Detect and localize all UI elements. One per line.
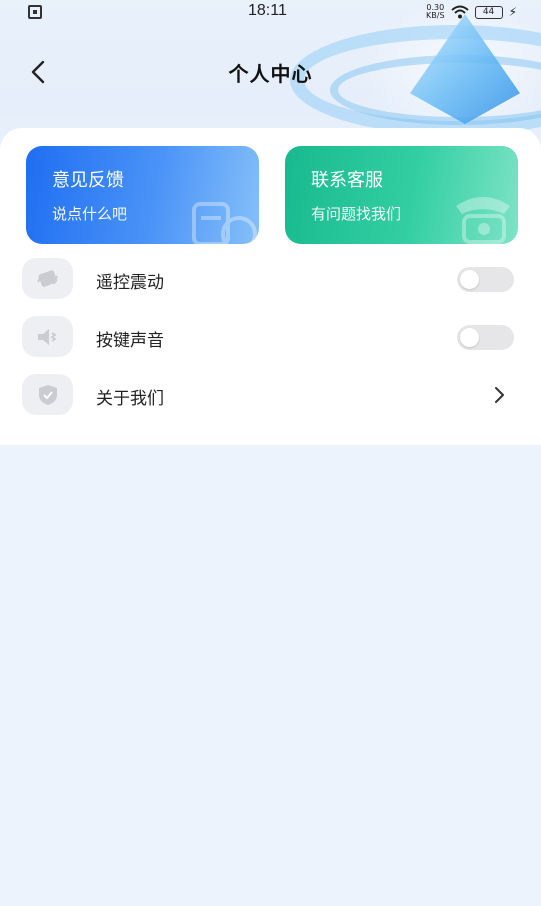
battery-level: 44 [482,7,495,17]
chevron-right-icon [495,387,504,403]
status-time: 18:11 [248,2,287,19]
settings-panel: 意见反馈 说点什么吧 联系客服 有问题找我们 遥控震动 按键声音 关于我们 [0,128,541,445]
status-bar: 18:11 0.30 KB/S 44 ⚡ [0,0,541,24]
toggle-knob [460,270,479,289]
toggle-knob [460,328,479,347]
speaker-icon [22,316,73,357]
service-card-subtitle: 有问题找我们 [311,205,402,223]
title-bar: 个人中心 [0,48,541,96]
feedback-decor-icon [192,202,257,244]
setting-row-vibration: 遥控震动 [22,258,518,302]
status-right: 0.30 KB/S 44 ⚡ [426,4,517,20]
feedback-card-subtitle: 说点什么吧 [52,205,128,223]
feedback-card[interactable]: 意见反馈 说点什么吧 [26,146,259,244]
vibration-toggle[interactable] [457,267,514,292]
vibration-label: 遥控震动 [96,273,164,293]
setting-row-key-sound: 按键声音 [22,316,518,360]
service-card-title: 联系客服 [311,170,383,191]
key-sound-toggle[interactable] [457,325,514,350]
phone-decor-icon [456,197,510,244]
key-sound-label: 按键声音 [96,331,164,351]
setting-row-about[interactable]: 关于我们 [22,374,518,418]
quick-cards: 意见反馈 说点什么吧 联系客服 有问题找我们 [26,146,518,244]
service-card[interactable]: 联系客服 有问题找我们 [285,146,518,244]
network-speed: 0.30 KB/S [426,4,445,20]
page-title: 个人中心 [228,62,313,86]
charging-icon: ⚡ [508,5,517,19]
wifi-icon [450,5,469,19]
battery-icon: 44 [474,5,503,19]
vibration-icon [22,258,73,299]
network-speed-unit: KB/S [426,11,445,20]
sim-icon [28,5,42,19]
shield-icon [22,374,73,415]
feedback-card-title: 意见反馈 [52,170,124,191]
about-label: 关于我们 [96,389,164,409]
